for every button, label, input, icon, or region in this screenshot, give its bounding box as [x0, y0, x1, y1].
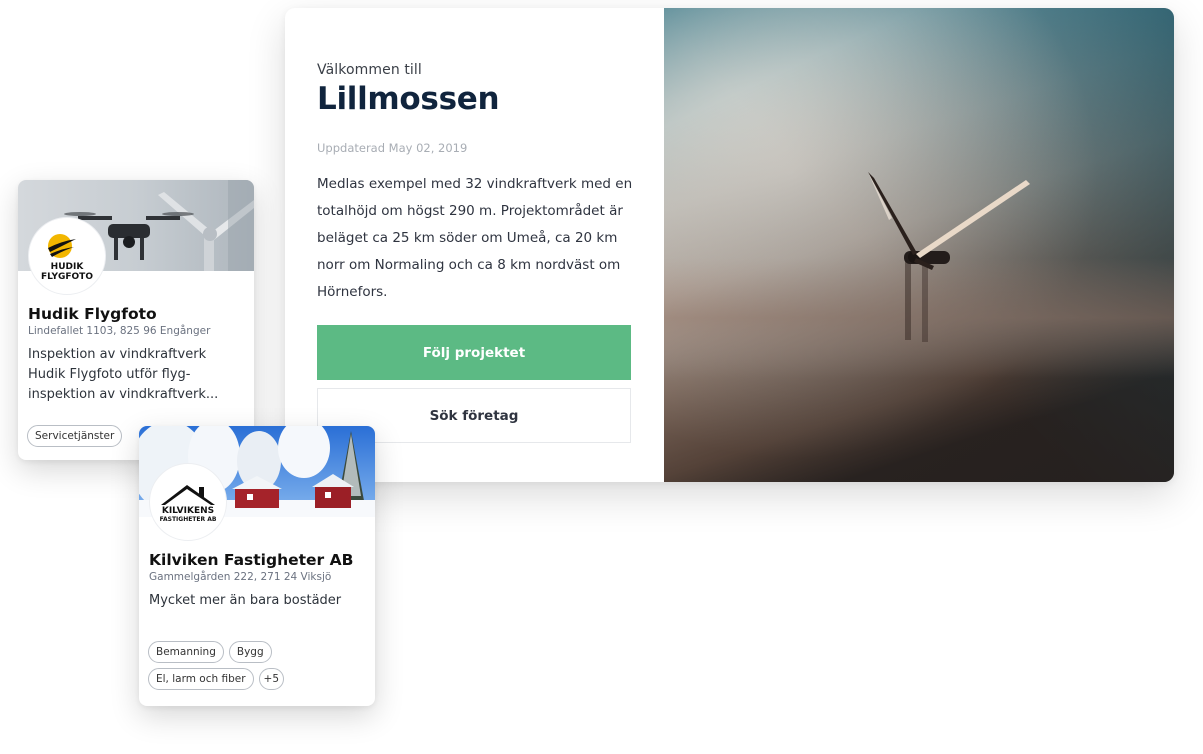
- svg-text:FLYGFOTO: FLYGFOTO: [41, 272, 93, 282]
- tag-bygg[interactable]: Bygg: [228, 641, 272, 663]
- company-name[interactable]: Hudik Flygfoto: [28, 305, 244, 323]
- company-address: Gammelgården 222, 271 24 Viksjö: [149, 571, 332, 583]
- company-logo: HUDIK FLYGFOTO: [28, 217, 106, 295]
- company-logo: KILVIKENS FASTIGHETER AB: [149, 463, 227, 541]
- updated-date: Uppdaterad May 02, 2019: [317, 141, 468, 155]
- company-card-kilviken-fastigheter[interactable]: KILVIKENS FASTIGHETER AB Kilviken Fastig…: [139, 426, 375, 706]
- kilvikens-fastigheter-logo-icon: KILVIKENS FASTIGHETER AB: [160, 485, 217, 523]
- tag-servicetjanster[interactable]: Servicetjänster: [27, 425, 123, 447]
- hudik-flygfoto-logo-icon: HUDIK FLYGFOTO: [41, 234, 93, 282]
- company-address: Lindefallet 1103, 825 96 Engånger: [28, 325, 211, 337]
- wind-turbine-fog-image: [664, 8, 1174, 482]
- more-tags-badge[interactable]: +5: [258, 668, 285, 690]
- company-name[interactable]: Kilviken Fastigheter AB: [149, 551, 365, 569]
- welcome-text: Välkommen till: [317, 62, 422, 78]
- tag-el-larm-fiber[interactable]: El, larm och fiber: [148, 668, 254, 690]
- follow-project-button[interactable]: Följ projektet: [317, 325, 631, 380]
- svg-text:HUDIK: HUDIK: [51, 262, 85, 272]
- company-tags: Bemanning Bygg El, larm och fiber +5: [148, 641, 368, 690]
- project-info: Välkommen till Lillmossen Uppdaterad May…: [285, 8, 664, 482]
- svg-text:FASTIGHETER AB: FASTIGHETER AB: [160, 516, 217, 523]
- tag-bemanning[interactable]: Bemanning: [148, 641, 224, 663]
- svg-text:KILVIKENS: KILVIKENS: [162, 506, 214, 516]
- company-card-hudik-flygfoto[interactable]: HUDIK FLYGFOTO Hudik Flygfoto Lindefalle…: [18, 180, 254, 460]
- project-description: Medlas exempel med 32 vindkraftverk med …: [317, 176, 633, 300]
- company-description: Mycket mer än bara bostäder: [149, 593, 342, 608]
- project-title: Lillmossen: [317, 81, 500, 117]
- company-description: Inspektion av vindkraftverk Hudik Flygfo…: [28, 347, 219, 402]
- project-photo: [664, 8, 1174, 482]
- project-panel: Välkommen till Lillmossen Uppdaterad May…: [285, 8, 1174, 482]
